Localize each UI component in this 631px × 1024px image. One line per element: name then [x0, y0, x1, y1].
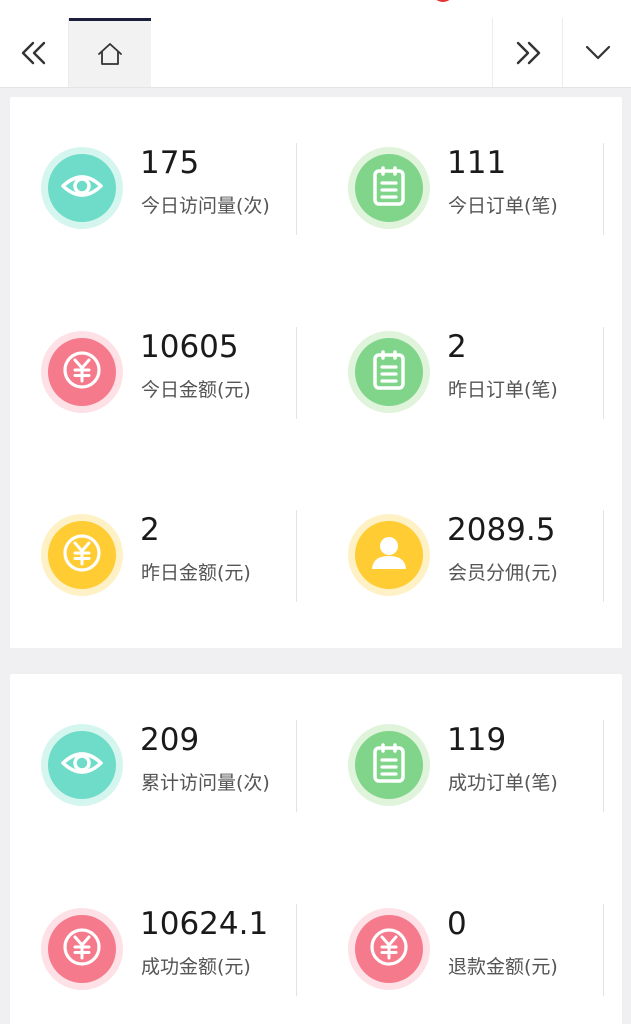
stat-icon-circle [348, 724, 430, 806]
notification-dot [432, 0, 454, 2]
stat-label: 今日访问量(次) [141, 195, 270, 217]
stat-member-commission[interactable]: 2089.5 会员分佣(元) [324, 510, 604, 602]
stat-label: 今日金额(元) [141, 379, 251, 401]
stat-label: 成功金额(元) [141, 956, 251, 978]
stat-yesterday-amount[interactable]: 2 昨日金额(元) [17, 510, 297, 602]
stat-label: 今日订单(笔) [448, 195, 558, 217]
stat-label: 昨日金额(元) [141, 562, 251, 584]
stat-value: 10624.1 [140, 906, 269, 942]
stat-refund-amount[interactable]: 0 退款金额(元) [324, 904, 604, 996]
stat-value: 119 [447, 722, 507, 758]
stat-value: 2089.5 [447, 512, 556, 548]
home-icon [97, 42, 123, 66]
clipboard-icon [369, 349, 409, 395]
scroll-tabs-right-button[interactable] [492, 18, 562, 87]
stat-successful-amount[interactable]: 10624.1 成功金额(元) [17, 904, 297, 996]
stat-label: 成功订单(笔) [448, 772, 558, 794]
stat-label: 退款金额(元) [448, 956, 558, 978]
stat-label: 会员分佣(元) [448, 562, 558, 584]
stat-today-orders[interactable]: 111 今日订单(笔) [324, 143, 604, 235]
double-chevron-left-icon [20, 41, 48, 65]
stat-yesterday-orders[interactable]: 2 昨日订单(笔) [324, 327, 604, 419]
tab-bar [0, 18, 631, 88]
stat-icon-circle [41, 514, 123, 596]
stat-label: 累计访问量(次) [141, 772, 270, 794]
scroll-tabs-left-button[interactable] [0, 18, 69, 87]
stat-icon-circle [41, 331, 123, 413]
stat-value: 2 [140, 512, 160, 548]
stat-value: 209 [140, 722, 200, 758]
stat-icon-circle [41, 908, 123, 990]
stat-icon-circle [348, 908, 430, 990]
today-stats-panel: 175 今日访问量(次) 111 今日订单(笔) 10605 今日金额(元) 2… [10, 97, 622, 648]
stat-icon-circle [348, 514, 430, 596]
double-chevron-right-icon [514, 41, 542, 65]
stat-value: 111 [447, 145, 507, 181]
stat-successful-orders[interactable]: 119 成功订单(笔) [324, 720, 604, 812]
stat-today-visits[interactable]: 175 今日访问量(次) [17, 143, 297, 235]
yuan-coin-icon [60, 531, 104, 579]
stat-today-amount[interactable]: 10605 今日金额(元) [17, 327, 297, 419]
stat-value: 10605 [140, 329, 239, 365]
stat-icon-circle [41, 147, 123, 229]
stat-value: 0 [447, 906, 467, 942]
top-strip [0, 0, 631, 19]
clipboard-icon [369, 742, 409, 788]
stat-total-visits[interactable]: 209 累计访问量(次) [17, 720, 297, 812]
yuan-coin-icon [60, 925, 104, 973]
stat-icon-circle [348, 331, 430, 413]
clipboard-icon [369, 165, 409, 211]
stat-value: 2 [447, 329, 467, 365]
yuan-coin-icon [367, 925, 411, 973]
tab-home[interactable] [69, 18, 151, 87]
yuan-coin-icon [60, 348, 104, 396]
stat-icon-circle [41, 724, 123, 806]
eye-icon [60, 741, 104, 789]
total-stats-panel: 209 累计访问量(次) 119 成功订单(笔) 10624.1 成功金额(元)… [10, 674, 622, 1024]
user-icon [367, 531, 411, 579]
tab-options-dropdown[interactable] [562, 18, 631, 87]
stat-value: 175 [140, 145, 200, 181]
stat-label: 昨日订单(笔) [448, 379, 558, 401]
eye-icon [60, 164, 104, 212]
stat-icon-circle [348, 147, 430, 229]
chevron-down-icon [584, 44, 612, 62]
